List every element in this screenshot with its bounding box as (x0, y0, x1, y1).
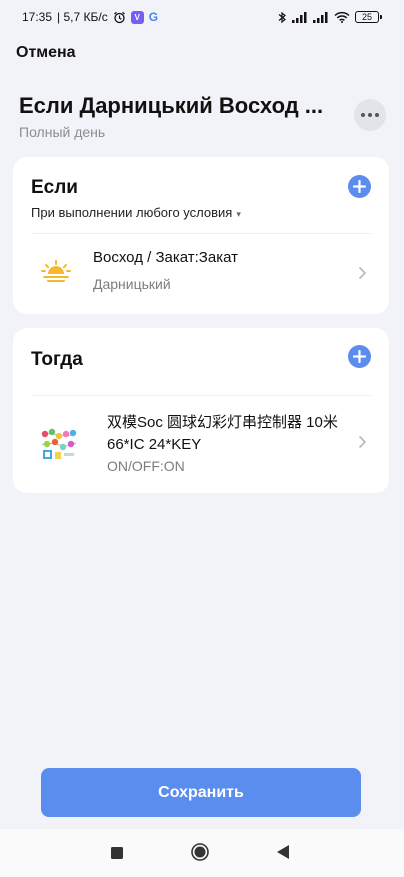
signal-icon (292, 11, 308, 23)
chevron-right-icon (358, 435, 367, 449)
condition-subtitle: Дарницький (93, 276, 171, 292)
signal-icon-2 (313, 11, 329, 23)
system-nav-bar (0, 829, 404, 877)
status-left: 17:35 | 5,7 КБ/с V G (22, 10, 158, 24)
then-heading: Тогда (31, 349, 83, 370)
plus-icon (353, 350, 366, 363)
recents-icon[interactable] (111, 846, 123, 864)
condition-mode-label: При выполнении любого условия (31, 205, 233, 220)
wifi-icon (334, 11, 350, 23)
page-subtitle: Полный день (19, 124, 106, 140)
if-heading: Если (31, 177, 78, 198)
action-title-line1: 双模Soc 圆球幻彩灯串控制器 10米 (107, 414, 338, 431)
bluetooth-icon (278, 11, 287, 24)
device-thumbnail-icon (39, 423, 79, 468)
action-title-line2: 66*IC 24*KEY (107, 436, 202, 453)
page-title[interactable]: Если Дарницький Восход ... (19, 93, 349, 119)
then-card: Тогда 双模Soc 圆球幻彩灯串控制器 10米 66*IC 24*KEY O… (13, 328, 389, 493)
status-speed: | 5,7 КБ/с (57, 10, 108, 24)
battery-icon: 25 (355, 11, 382, 23)
condition-row[interactable]: Восход / Закат:Закат Дарницький (13, 233, 389, 314)
back-icon[interactable] (277, 845, 289, 864)
google-icon: G (148, 10, 159, 24)
add-condition-button[interactable] (348, 175, 371, 198)
add-action-button[interactable] (348, 345, 371, 368)
chevron-down-icon: ▾ (236, 209, 241, 219)
save-button[interactable]: Сохранить (41, 768, 361, 817)
action-row[interactable]: 双模Soc 圆球幻彩灯串控制器 10米 66*IC 24*KEY ON/OFF:… (13, 395, 389, 493)
home-icon[interactable] (191, 843, 209, 866)
condition-mode-select[interactable]: При выполнении любого условия ▾ (31, 205, 241, 220)
status-bar: 17:35 | 5,7 КБ/с V G 25 (0, 0, 404, 34)
action-subtitle: ON/OFF:ON (107, 458, 185, 474)
viber-icon: V (130, 10, 144, 24)
alarm-icon (113, 11, 126, 24)
more-icon (361, 113, 365, 117)
condition-title: Восход / Закат:Закат (93, 249, 238, 266)
if-card: Если При выполнении любого условия ▾ Восх… (13, 157, 389, 314)
sunset-icon (41, 259, 71, 288)
plus-icon (353, 180, 366, 193)
status-right: 25 (278, 11, 382, 24)
more-options-button[interactable] (354, 99, 386, 131)
cancel-button[interactable]: Отмена (16, 44, 76, 62)
status-time: 17:35 (22, 10, 53, 24)
chevron-right-icon (358, 266, 367, 280)
